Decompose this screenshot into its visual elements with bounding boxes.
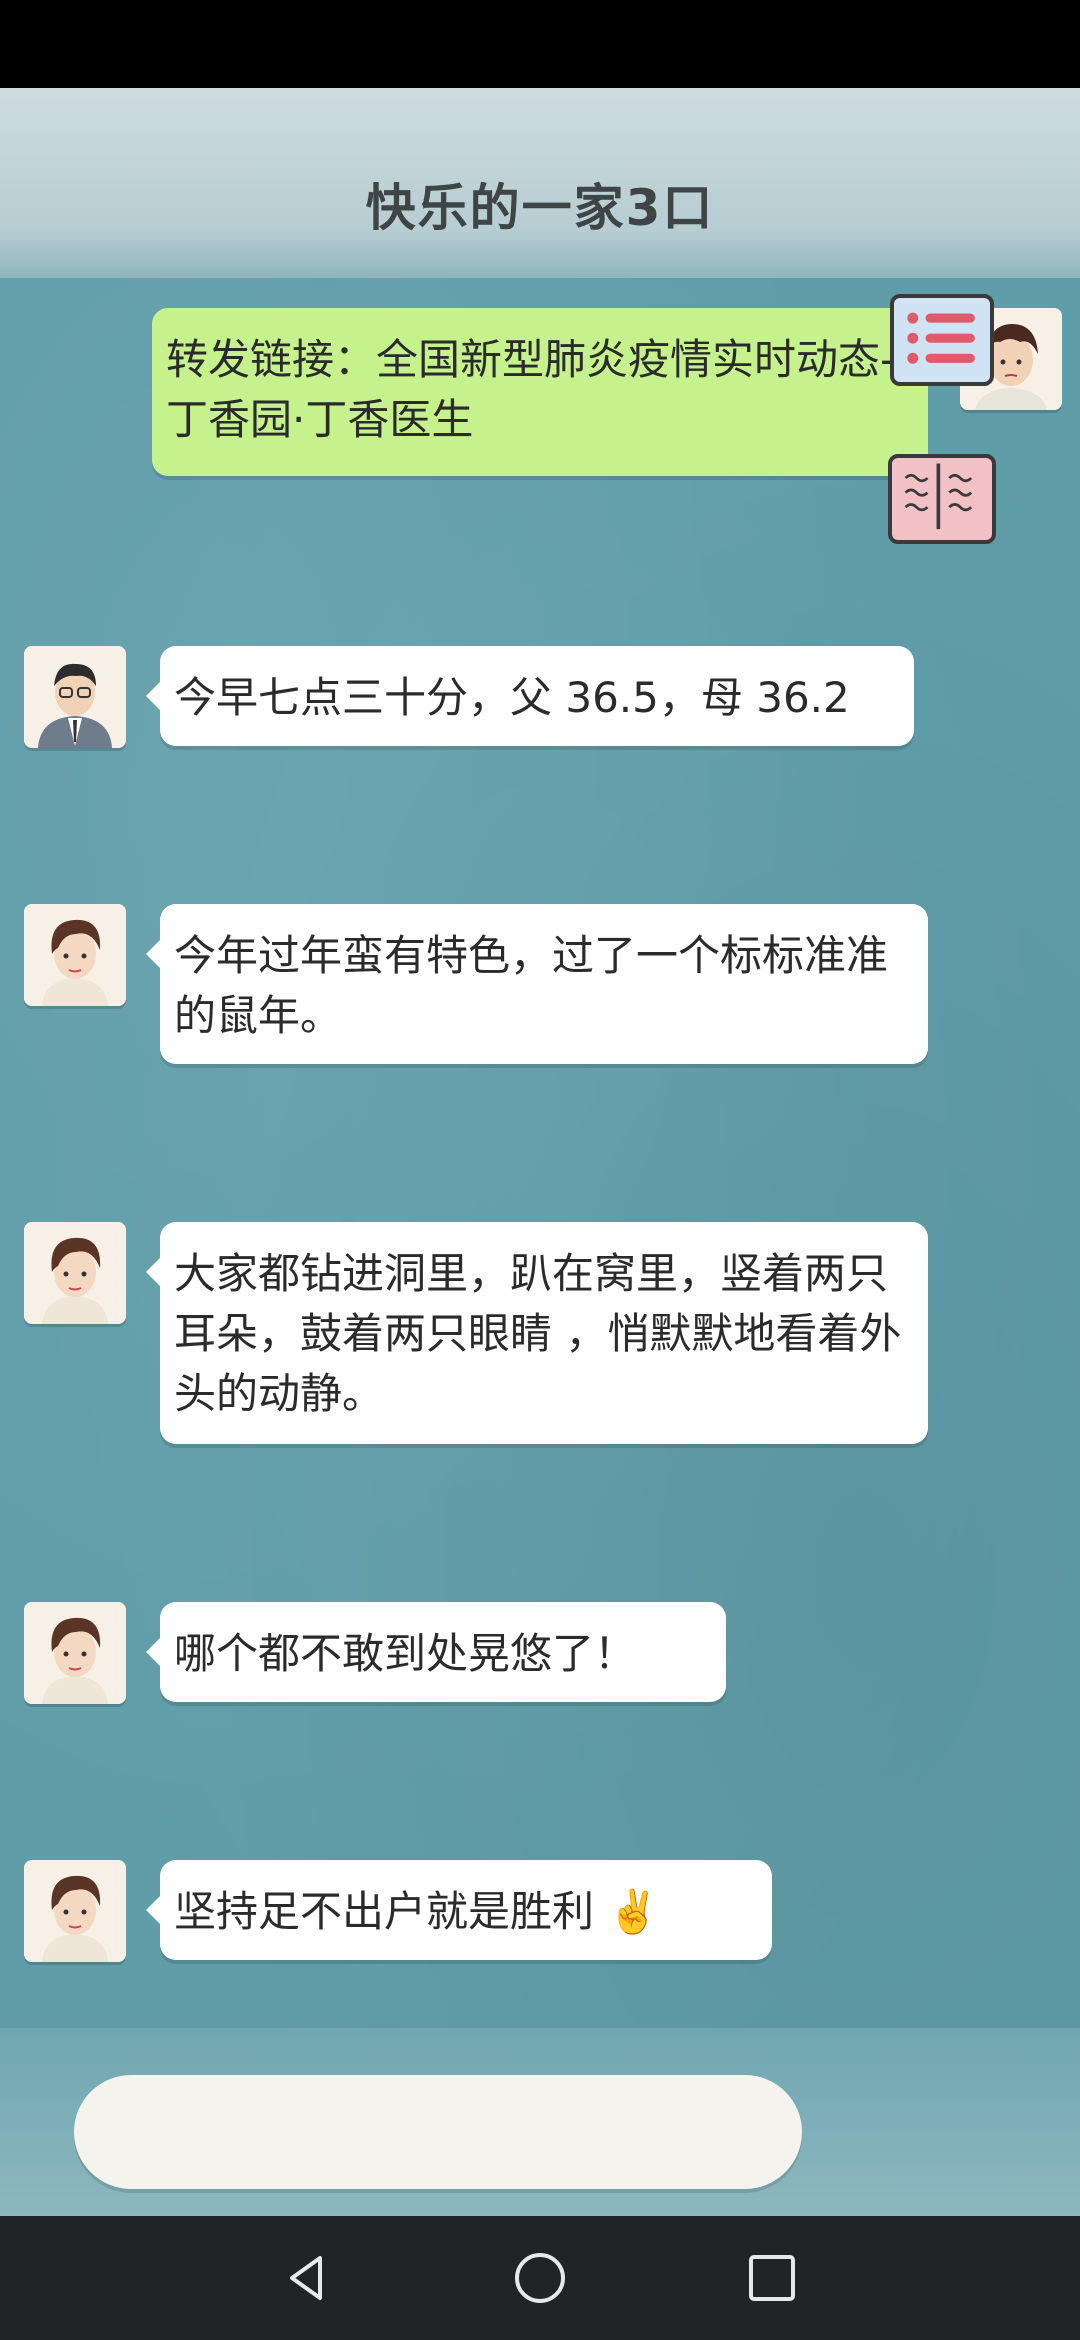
book-icon[interactable] [888, 454, 996, 544]
message-bubble-received[interactable]: 今年过年蛮有特色，过了一个标标准准的鼠年。 [146, 904, 928, 1064]
message-input[interactable] [74, 2075, 802, 2189]
message-bubble-sent[interactable]: 转发链接：全国新型肺炎疫情实时动态-丁香园·丁香医生 [152, 308, 942, 476]
message-text: 今早七点三十分，父 36.5，母 36.2 [174, 673, 850, 722]
avatar-mother[interactable] [24, 904, 126, 1006]
chat-title: 快乐的一家3口 [365, 179, 715, 237]
system-nav-bar [0, 2216, 1080, 2340]
list-icon[interactable] [890, 294, 994, 386]
avatar-father[interactable] [24, 646, 126, 748]
message-text: 今年过年蛮有特色，过了一个标标准准的鼠年。 [174, 931, 889, 1040]
status-bar [0, 0, 1080, 88]
message-bubble-received[interactable]: 哪个都不敢到处晃悠了！ [146, 1602, 726, 1702]
circle-home-icon[interactable] [512, 2250, 568, 2306]
message-text: 大家都钻进洞里，趴在窝里，竖着两只耳朵，鼓着两只眼睛 ，悄默默地看着外头的动静。 [174, 1249, 902, 1418]
message-text: 坚持足不出户就是胜利 ✌️ [174, 1887, 660, 1936]
chat-header: 快乐的一家3口 [0, 88, 1080, 278]
avatar-mother[interactable] [24, 1602, 126, 1704]
message-bubble-received[interactable]: 今早七点三十分，父 36.5，母 36.2 [146, 646, 914, 746]
message-text: 转发链接：全国新型肺炎疫情实时动态-丁香园·丁香医生 [166, 335, 896, 444]
message-text: 哪个都不敢到处晃悠了！ [174, 1629, 637, 1678]
message-bubble-received[interactable]: 大家都钻进洞里，趴在窝里，竖着两只耳朵，鼓着两只眼睛 ，悄默默地看着外头的动静。 [146, 1222, 928, 1444]
avatar-mother[interactable] [24, 1860, 126, 1962]
chat-screen: 快乐的一家3口 转发链接：全国新型肺炎疫情实时动态-丁香园·丁香医生 今早七点三… [0, 88, 1080, 2216]
triangle-back-icon[interactable] [280, 2250, 336, 2306]
square-recents-icon[interactable] [744, 2250, 800, 2306]
avatar-mother[interactable] [24, 1222, 126, 1324]
message-bubble-received[interactable]: 坚持足不出户就是胜利 ✌️ [146, 1860, 772, 1960]
